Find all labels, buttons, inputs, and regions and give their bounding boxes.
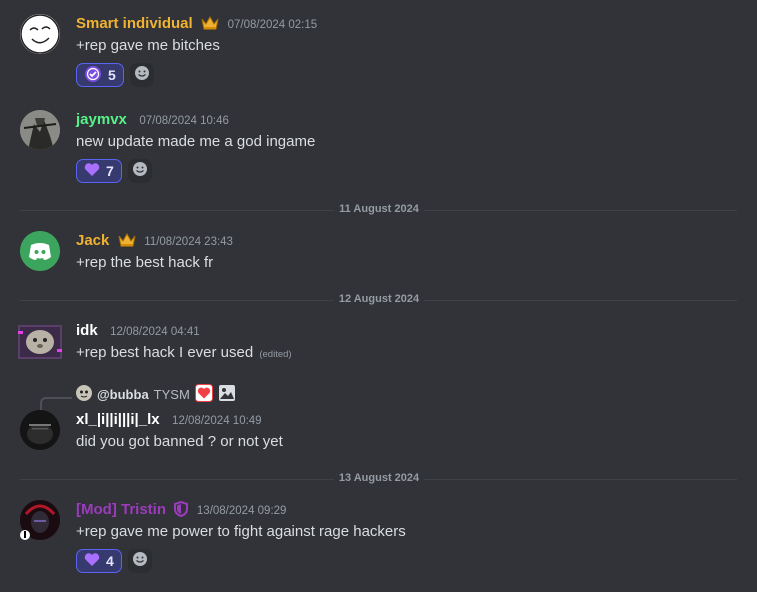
purple-heart-icon xyxy=(84,162,100,180)
avatar[interactable] xyxy=(18,321,62,361)
avatar[interactable] xyxy=(20,14,60,54)
reaction-count: 5 xyxy=(108,67,116,83)
add-reaction-button[interactable] xyxy=(129,63,154,87)
author-name[interactable]: Smart individual xyxy=(76,15,193,32)
smiley-icon xyxy=(132,161,148,182)
message-text: +rep best hack I ever used (edited) xyxy=(76,342,292,366)
image-attachment-icon xyxy=(218,384,236,407)
reply-preview[interactable]: @bubba TYSM xyxy=(76,383,236,407)
date-divider-label: 13 August 2024 xyxy=(333,472,425,484)
timestamp[interactable]: 12/08/2024 10:49 xyxy=(172,415,262,427)
author-name[interactable]: idk xyxy=(76,322,98,339)
date-divider-label: 12 August 2024 xyxy=(333,293,425,305)
avatar[interactable] xyxy=(20,110,60,150)
reply-text: TYSM xyxy=(153,387,190,402)
reaction-button[interactable]: 4 xyxy=(76,549,122,573)
reaction-button[interactable]: 7 xyxy=(76,159,122,183)
timestamp[interactable]: 12/08/2024 04:41 xyxy=(110,326,200,338)
reaction-count: 4 xyxy=(106,553,114,569)
shield-icon xyxy=(174,500,189,523)
message-text: +rep the best hack fr xyxy=(76,254,214,271)
author-name[interactable]: xl_|i||i|||i|_lx xyxy=(76,411,160,428)
timestamp[interactable]: 07/08/2024 10:46 xyxy=(139,115,229,127)
avatar[interactable] xyxy=(20,231,60,271)
author-name[interactable]: Jack xyxy=(76,232,109,249)
verified-check-icon xyxy=(84,65,102,86)
message-text: +rep gave me power to fight against rage… xyxy=(76,523,406,540)
avatar[interactable] xyxy=(20,410,60,450)
crown-icon xyxy=(201,15,219,37)
timestamp[interactable]: 07/08/2024 02:15 xyxy=(228,19,318,31)
add-reaction-button[interactable] xyxy=(127,549,152,573)
date-divider-label: 11 August 2024 xyxy=(334,203,424,215)
smiley-icon xyxy=(132,551,148,572)
message-body: +rep best hack I ever used xyxy=(76,344,254,361)
message-text: did you got banned ? or not yet xyxy=(76,433,283,450)
timestamp[interactable]: 13/08/2024 09:29 xyxy=(197,505,287,517)
message-text: +rep gave me bitches xyxy=(76,37,220,54)
smiley-icon xyxy=(134,65,150,86)
reply-author[interactable]: @bubba xyxy=(97,386,149,404)
reply-avatar-icon xyxy=(76,384,92,406)
purple-heart-icon xyxy=(84,552,100,570)
reaction-count: 7 xyxy=(106,163,114,179)
avatar[interactable] xyxy=(20,500,60,540)
message-text: new update made me a god ingame xyxy=(76,133,316,150)
add-reaction-button[interactable] xyxy=(127,159,152,183)
timestamp[interactable]: 11/08/2024 23:43 xyxy=(144,236,233,248)
edited-label: (edited) xyxy=(259,349,292,360)
author-name[interactable]: [Mod] Tristin xyxy=(76,501,166,518)
heart-letter-icon xyxy=(194,383,213,407)
crown-icon xyxy=(118,232,136,254)
reaction-button[interactable]: 5 xyxy=(76,63,124,87)
author-name[interactable]: jaymvx xyxy=(76,111,127,128)
